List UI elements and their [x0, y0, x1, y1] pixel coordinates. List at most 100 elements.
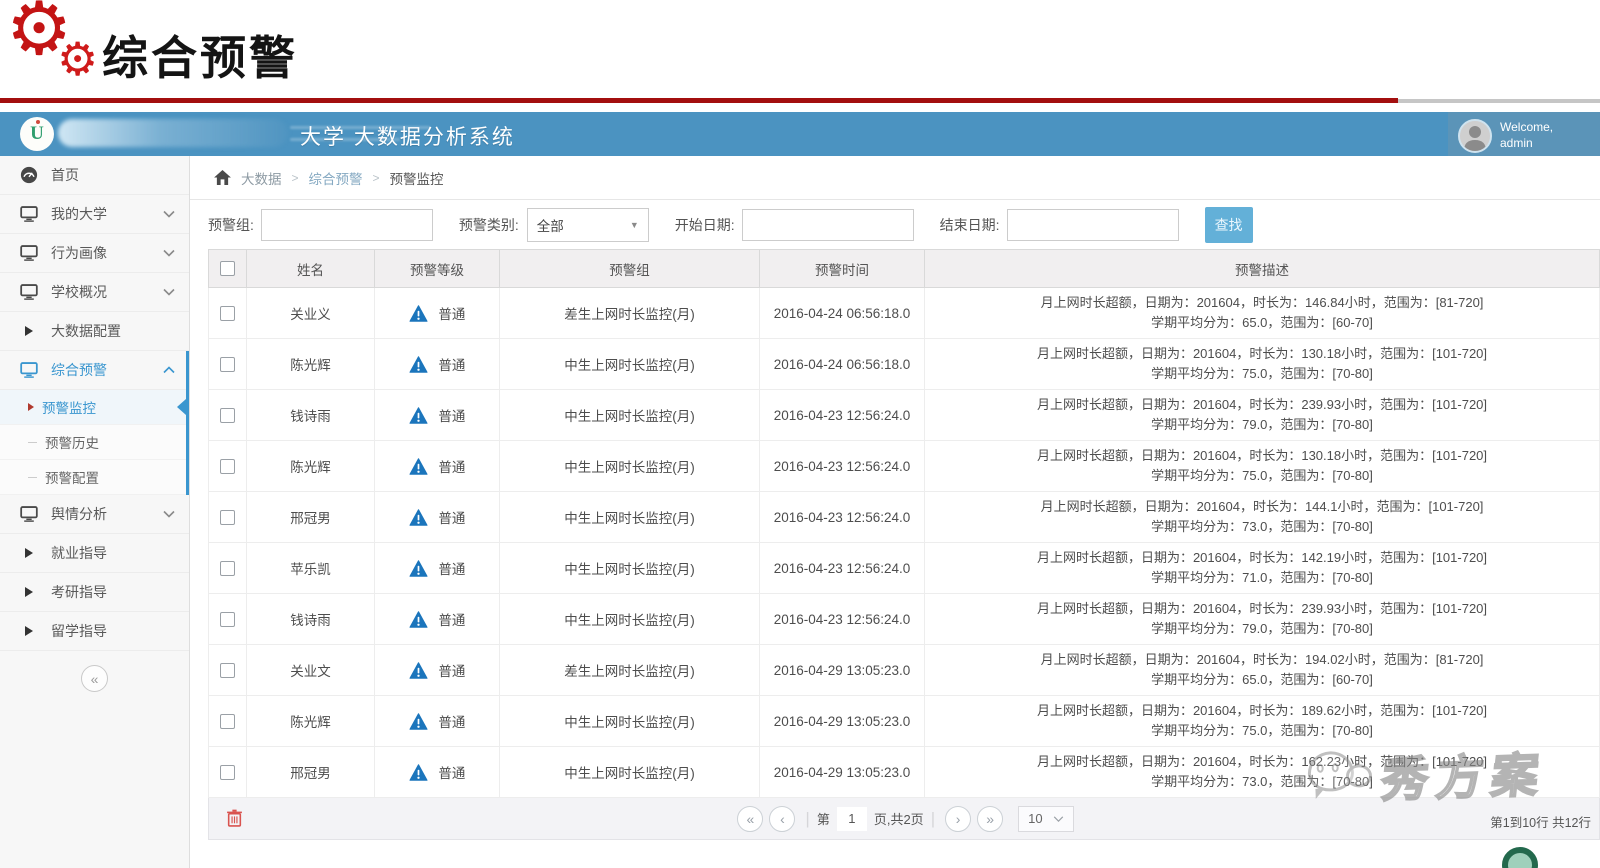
chevron-down-icon: [163, 510, 175, 518]
page-title: 综合预警: [102, 22, 298, 88]
gray-divider: [1398, 99, 1600, 103]
prev-page-icon: ‹: [780, 811, 785, 827]
table-row: 关业文 普通 差生上网时长监控(月) 2016-04-29 13:05:23.0…: [209, 645, 1600, 696]
sidebar-subitem-warning-config[interactable]: 预警配置: [0, 460, 186, 495]
warning-triangle-icon: [409, 662, 428, 679]
row-time: 2016-04-29 13:05:23.0: [760, 696, 925, 747]
col-header-level: 预警等级: [375, 250, 500, 288]
last-page-button[interactable]: »: [977, 806, 1003, 832]
breadcrumb: 大数据 > 综合预警 > 预警监控: [190, 156, 1600, 200]
sidebar-item-home[interactable]: 首页: [0, 156, 189, 195]
row-level: 普通: [375, 696, 500, 747]
active-bullet-icon: [28, 403, 34, 411]
username: admin: [1500, 136, 1553, 152]
sidebar-item-behavior-profile[interactable]: 行为画像: [0, 234, 189, 273]
row-level: 普通: [375, 645, 500, 696]
system-title: 大学 大数据分析系统: [300, 121, 515, 151]
warning-type-select[interactable]: 全部 ▼: [527, 208, 649, 242]
row-checkbox[interactable]: [220, 765, 235, 780]
sidebar-item-studyabroad-guidance[interactable]: 留学指导: [0, 612, 189, 651]
pagination-divider: |: [805, 809, 809, 829]
trash-icon: [227, 809, 242, 827]
next-page-button[interactable]: ›: [945, 806, 971, 832]
start-date-input[interactable]: [742, 209, 914, 241]
row-description-line1: 月上网时长超额，日期为：201604，时长为：194.02小时，范围为：[81-…: [929, 650, 1595, 670]
warning-group-input[interactable]: [261, 209, 433, 241]
page-size-select[interactable]: 10: [1018, 806, 1073, 832]
row-level: 普通: [375, 441, 500, 492]
breadcrumb-item-bigdata[interactable]: 大数据: [241, 168, 282, 188]
warning-triangle-icon: [409, 305, 428, 322]
row-time: 2016-04-23 12:56:24.0: [760, 543, 925, 594]
monitor-icon: [20, 244, 38, 262]
select-all-checkbox[interactable]: [220, 261, 235, 276]
end-date-input[interactable]: [1007, 209, 1179, 241]
user-menu[interactable]: Welcome, admin: [1448, 112, 1600, 159]
row-checkbox[interactable]: [220, 408, 235, 423]
warning-triangle-icon: [409, 509, 428, 526]
table-row: 邢冠男 普通 中生上网时长监控(月) 2016-04-29 13:05:23.0…: [209, 747, 1600, 798]
sidebar-subitem-label: 预警配置: [45, 467, 99, 487]
row-checkbox[interactable]: [220, 306, 235, 321]
sidebar-subitem-warning-monitor[interactable]: 预警监控: [0, 390, 186, 425]
sidebar-item-bigdata-config[interactable]: 大数据配置: [0, 312, 189, 351]
row-checkbox[interactable]: [220, 663, 235, 678]
warning-triangle-icon: [409, 356, 428, 373]
sidebar: 首页 我的大学 行为画像 学校概况 大: [0, 156, 190, 868]
avatar: [1458, 119, 1492, 153]
row-checkbox[interactable]: [220, 510, 235, 525]
sidebar-collapse-button[interactable]: «: [81, 665, 108, 692]
chevron-down-icon: [163, 288, 175, 296]
page-header: ⚙ ⚙ 综合预警: [0, 0, 1600, 112]
sidebar-item-comprehensive-warning[interactable]: 综合预警: [0, 351, 186, 390]
row-time: 2016-04-24 06:56:18.0: [760, 339, 925, 390]
triangle-right-icon: [20, 322, 38, 340]
row-description: 月上网时长超额，日期为：201604，时长为：189.62小时，范围为：[101…: [925, 696, 1600, 747]
row-level-label: 普通: [438, 307, 465, 322]
row-name: 苹乐凯: [247, 543, 375, 594]
logo-dot: [36, 120, 40, 124]
row-time: 2016-04-24 06:56:18.0: [760, 288, 925, 339]
sidebar-item-label: 大数据配置: [51, 321, 175, 341]
page-number-input[interactable]: [837, 807, 867, 831]
breadcrumb-separator: >: [292, 171, 299, 185]
sidebar-item-label: 首页: [51, 165, 175, 185]
sidebar-item-school-overview[interactable]: 学校概况: [0, 273, 189, 312]
chevron-down-icon: [1053, 816, 1064, 822]
row-description-line2: 学期平均分为：71.0，范围为：[70-80]: [929, 568, 1595, 588]
sidebar-subitem-warning-history[interactable]: 预警历史: [0, 425, 186, 460]
row-description: 月上网时长超额，日期为：201604，时长为：144.1小时，范围为：[101-…: [925, 492, 1600, 543]
row-name: 陈光辉: [247, 696, 375, 747]
table-row: 苹乐凯 普通 中生上网时长监控(月) 2016-04-23 12:56:24.0…: [209, 543, 1600, 594]
row-group: 中生上网时长监控(月): [500, 543, 760, 594]
col-header-time: 预警时间: [760, 250, 925, 288]
first-page-button[interactable]: «: [737, 806, 763, 832]
breadcrumb-current: 预警监控: [390, 168, 444, 188]
row-checkbox[interactable]: [220, 357, 235, 372]
search-button[interactable]: 查找: [1205, 207, 1253, 243]
table-header-row: 姓名 预警等级 预警组 预警时间 预警描述: [209, 250, 1600, 288]
row-checkbox[interactable]: [220, 714, 235, 729]
triangle-right-icon: [20, 622, 38, 640]
row-checkbox[interactable]: [220, 561, 235, 576]
triangle-right-icon: [20, 544, 38, 562]
delete-button[interactable]: [225, 809, 243, 829]
row-time: 2016-04-23 12:56:24.0: [760, 594, 925, 645]
row-name: 邢冠男: [247, 492, 375, 543]
sidebar-item-postgrad-guidance[interactable]: 考研指导: [0, 573, 189, 612]
warning-triangle-icon: [409, 407, 428, 424]
table-row: 邢冠男 普通 中生上网时长监控(月) 2016-04-23 12:56:24.0…: [209, 492, 1600, 543]
sidebar-item-my-university[interactable]: 我的大学: [0, 195, 189, 234]
breadcrumb-item-comprehensive-warning[interactable]: 综合预警: [309, 168, 363, 188]
row-description-line1: 月上网时长超额，日期为：201604，时长为：239.93小时，范围为：[101…: [929, 599, 1595, 619]
sidebar-item-sentiment-analysis[interactable]: 舆情分析: [0, 495, 189, 534]
row-name: 钱诗雨: [247, 594, 375, 645]
prev-page-button[interactable]: ‹: [769, 806, 795, 832]
next-page-icon: ›: [956, 811, 961, 827]
sidebar-item-employment-guidance[interactable]: 就业指导: [0, 534, 189, 573]
warning-triangle-icon: [409, 611, 428, 628]
row-checkbox[interactable]: [220, 612, 235, 627]
row-description: 月上网时长超额，日期为：201604，时长为：146.84小时，范围为：[81-…: [925, 288, 1600, 339]
row-checkbox[interactable]: [220, 459, 235, 474]
row-description-line1: 月上网时长超额，日期为：201604，时长为：130.18小时，范围为：[101…: [929, 446, 1595, 466]
